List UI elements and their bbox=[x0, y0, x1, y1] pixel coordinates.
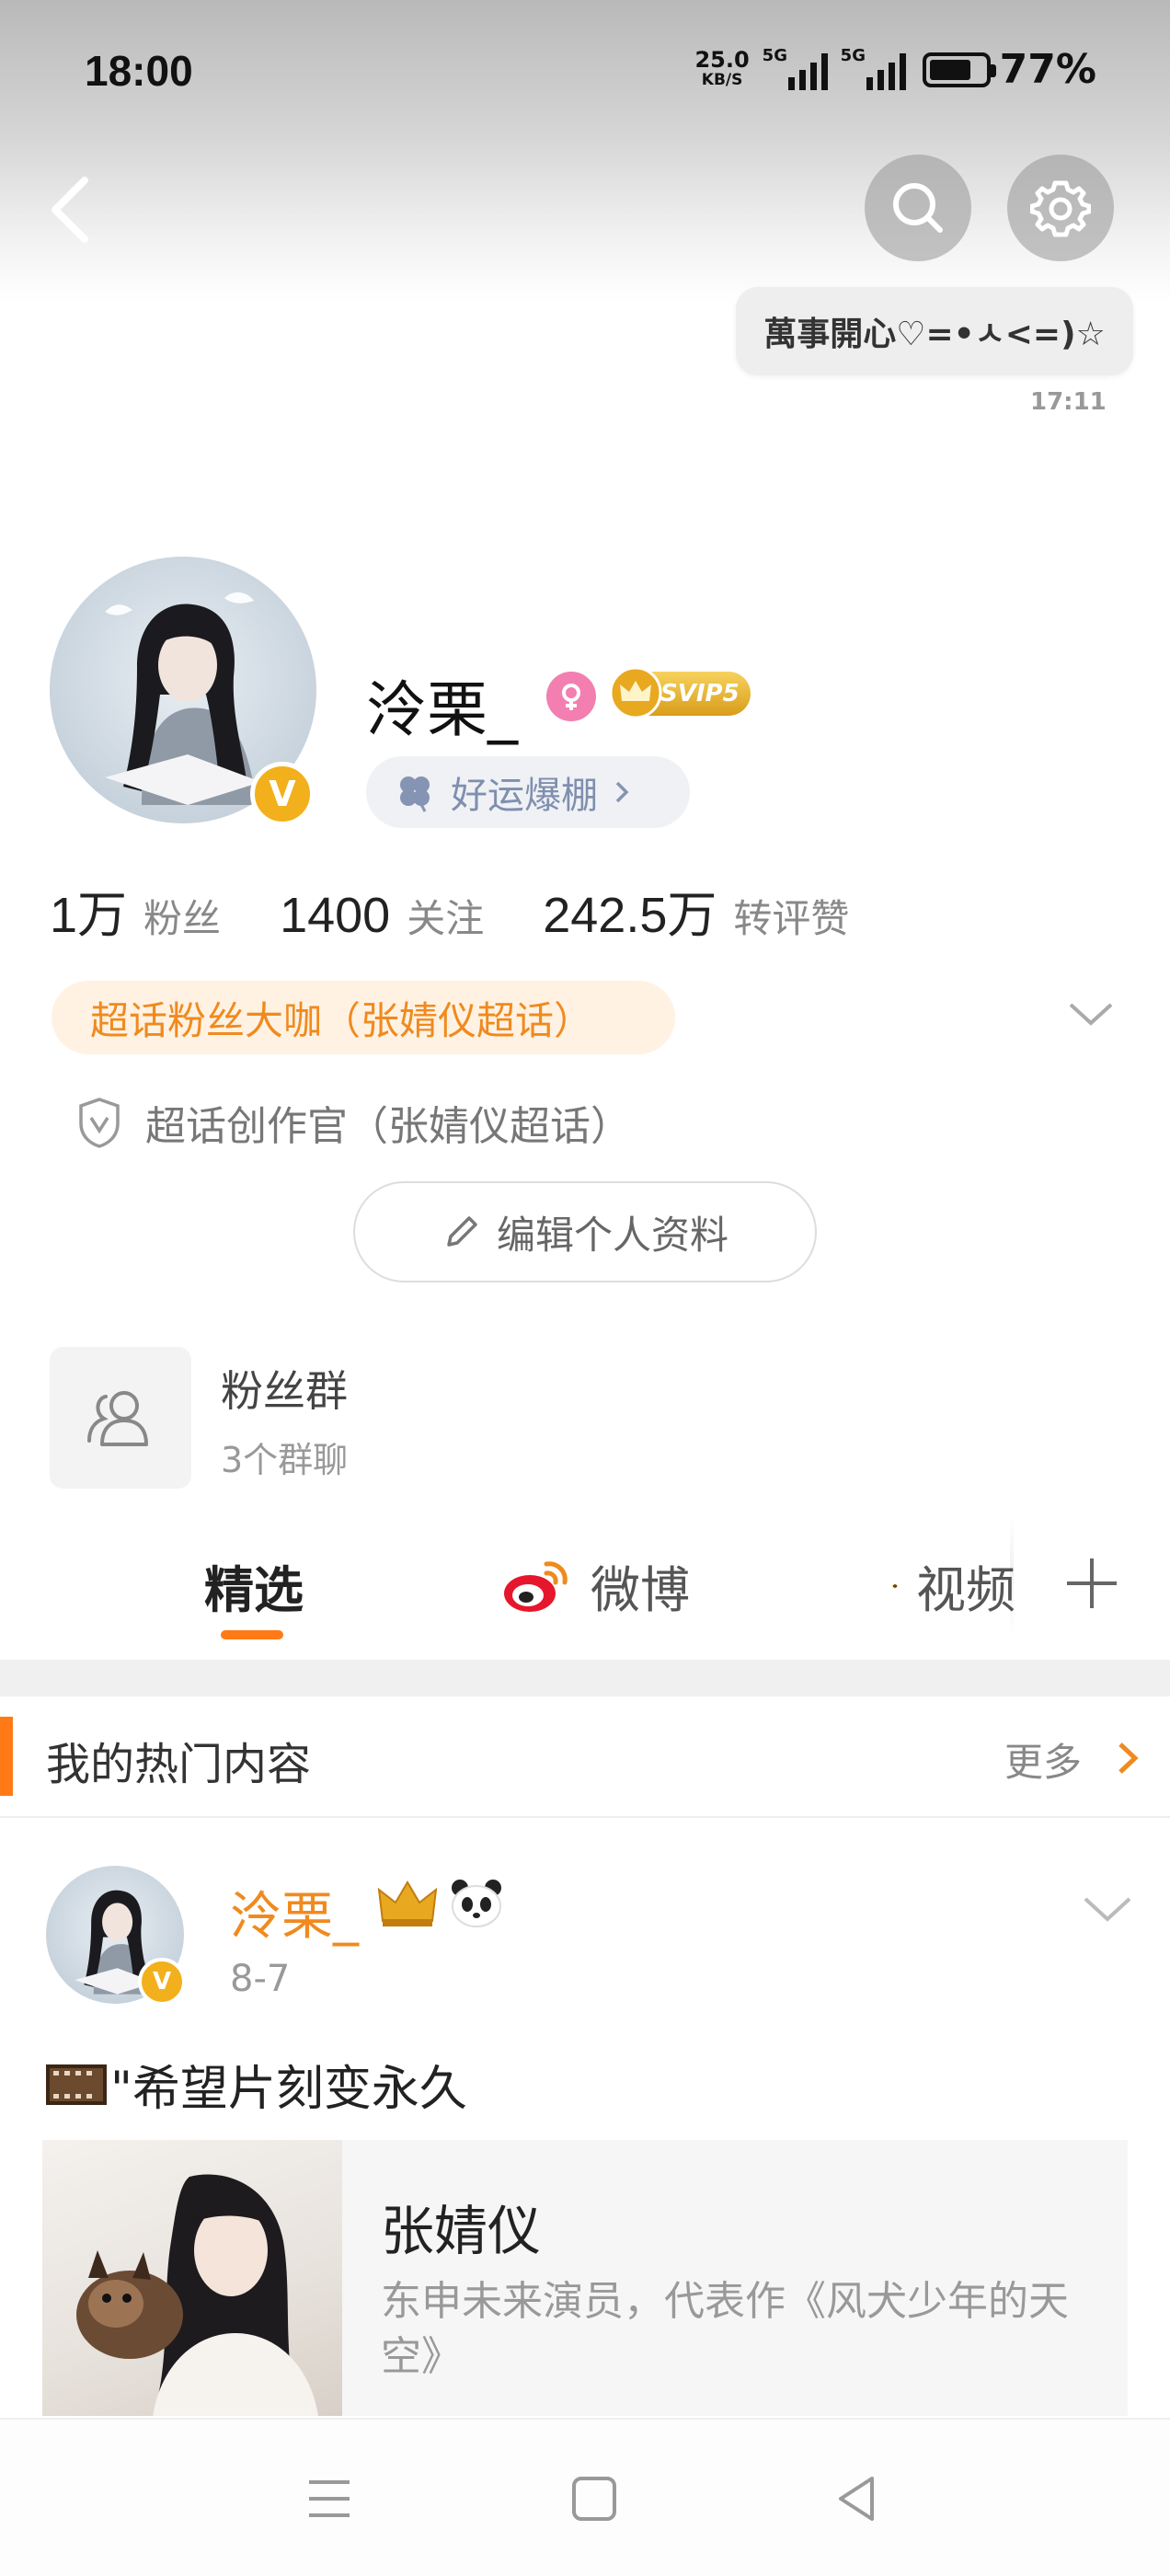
hot-accent-bar bbox=[0, 1717, 13, 1796]
topic-card-image bbox=[42, 2140, 342, 2416]
status-bubble[interactable]: 萬事開心♡=•ㅅ<=)☆ bbox=[736, 287, 1133, 375]
system-nav-bar bbox=[0, 2418, 1170, 2576]
expand-button[interactable] bbox=[1065, 995, 1117, 1032]
svip-label: SVIP5 bbox=[660, 680, 740, 707]
post-author-name[interactable]: 泠栗_ bbox=[230, 1875, 359, 1949]
clover-icon bbox=[400, 776, 430, 812]
hot-more-link[interactable]: 更多 bbox=[1004, 1731, 1082, 1788]
creator-label: 超话创作官（张婧仪超话） bbox=[145, 1103, 631, 1150]
chevron-right-icon bbox=[615, 781, 629, 803]
status-time: 18:00 bbox=[85, 47, 193, 95]
search-icon bbox=[893, 183, 943, 233]
topic-card-description: 东申未来演员，代表作《风犬少年的天空》 bbox=[381, 2278, 1069, 2380]
gear-icon bbox=[1030, 180, 1091, 237]
following-count[interactable]: 1400 bbox=[280, 887, 390, 944]
profile-username: 泠栗_ bbox=[366, 674, 518, 745]
battery-indicator: 77% bbox=[922, 46, 1096, 93]
search-button[interactable] bbox=[865, 155, 971, 261]
recent-apps-button[interactable] bbox=[300, 2469, 359, 2528]
edit-profile-label: 编辑个人资料 bbox=[496, 1212, 728, 1258]
shield-v-icon bbox=[79, 1098, 120, 1148]
pencil-icon bbox=[447, 1216, 477, 1247]
post-menu-button[interactable] bbox=[1082, 1893, 1133, 1926]
plus-icon bbox=[1067, 1558, 1117, 1608]
post-text-content: "希望片刻变永久 bbox=[110, 2062, 467, 2117]
topic-card[interactable]: 张婧仪 东申未来演员，代表作《风犬少年的天空》 bbox=[42, 2140, 1128, 2416]
tab-divider bbox=[1010, 1514, 1014, 1634]
fan-group-subtitle: 3个群聊 bbox=[221, 1440, 349, 1480]
video-badge-icon bbox=[892, 1583, 898, 1588]
post-text: "希望片刻变永久 bbox=[46, 2050, 467, 2119]
followers-label[interactable]: 粉丝 bbox=[143, 888, 221, 944]
fan-group-title[interactable]: 粉丝群 bbox=[221, 1358, 348, 1419]
film-icon bbox=[46, 2064, 107, 2105]
fan-tag[interactable]: 超话粉丝大咖（张婧仪超话） bbox=[52, 981, 675, 1054]
hot-content-title: 我的热门内容 bbox=[46, 1739, 312, 1790]
creator-badge[interactable]: 超话创作官（张婧仪超话） bbox=[75, 1093, 631, 1152]
following-label[interactable]: 关注 bbox=[407, 888, 484, 944]
topic-card-title: 张婧仪 bbox=[381, 2200, 542, 2262]
back-arrow-icon bbox=[52, 177, 88, 243]
tab-video[interactable]: 视频 bbox=[892, 1549, 1015, 1622]
sim1-label: 5G bbox=[762, 45, 787, 65]
luck-status-pill[interactable]: 好运爆棚 bbox=[366, 756, 690, 828]
signal-icon: 5G bbox=[841, 46, 906, 90]
tab-weibo-label: 微博 bbox=[591, 1561, 690, 1619]
signal-icon: 5G bbox=[763, 46, 828, 90]
verified-badge: V bbox=[250, 762, 315, 826]
back-button[interactable] bbox=[40, 173, 105, 247]
divider bbox=[0, 1816, 1170, 1818]
home-square-icon bbox=[572, 2477, 616, 2521]
status-icons: 25.0 KB/S 5G 5G 77% bbox=[694, 46, 1096, 94]
network-speed-value: 25.0 bbox=[694, 46, 750, 73]
back-triangle-icon bbox=[839, 2477, 874, 2521]
svip-badge[interactable]: SVIP5 bbox=[609, 666, 751, 719]
system-back-button[interactable] bbox=[828, 2469, 887, 2528]
luck-label: 好运爆棚 bbox=[451, 775, 598, 817]
crown-icon bbox=[375, 1877, 440, 1930]
post-date: 8-7 bbox=[230, 1958, 291, 2000]
sim2-label: 5G bbox=[840, 45, 866, 65]
female-icon bbox=[546, 672, 596, 721]
likes-label[interactable]: 转评赞 bbox=[733, 888, 849, 944]
menu-icon bbox=[309, 2480, 350, 2517]
followers-count[interactable]: 1万 bbox=[50, 874, 127, 947]
crown-icon bbox=[609, 666, 662, 719]
chevron-right-icon bbox=[1118, 1742, 1139, 1774]
network-speed: 25.0 KB/S bbox=[694, 46, 750, 90]
edit-profile-button[interactable]: 编辑个人资料 bbox=[353, 1181, 817, 1282]
tab-weibo[interactable]: 微博 bbox=[500, 1549, 690, 1622]
status-bar: 18:00 25.0 KB/S 5G 5G 77% bbox=[0, 0, 1170, 147]
chevron-down-icon bbox=[1084, 1897, 1131, 1922]
hot-more-button[interactable] bbox=[1111, 1737, 1144, 1779]
network-speed-unit: KB/S bbox=[701, 70, 743, 89]
profile-stats: 1万 粉丝 1400 关注 242.5万 转评赞 bbox=[50, 874, 908, 947]
weibo-icon bbox=[504, 1560, 568, 1612]
tab-featured[interactable]: 精选 bbox=[204, 1549, 304, 1622]
people-icon bbox=[87, 1391, 148, 1446]
battery-percent: 77% bbox=[999, 46, 1096, 93]
add-tab-button[interactable] bbox=[1060, 1551, 1124, 1616]
settings-button[interactable] bbox=[1007, 155, 1114, 261]
fan-group-icon-box[interactable] bbox=[50, 1347, 191, 1489]
bubble-time: 17:11 bbox=[1030, 388, 1107, 416]
battery-icon bbox=[922, 52, 996, 87]
panda-icon bbox=[449, 1877, 504, 1928]
home-button[interactable] bbox=[565, 2469, 624, 2528]
chevron-down-icon bbox=[1069, 1003, 1113, 1026]
verified-badge: V bbox=[138, 1958, 186, 2006]
likes-count[interactable]: 242.5万 bbox=[543, 874, 717, 947]
section-divider bbox=[0, 1660, 1170, 1696]
tab-active-indicator bbox=[221, 1630, 283, 1639]
tab-video-label: 视频 bbox=[916, 1561, 1015, 1619]
